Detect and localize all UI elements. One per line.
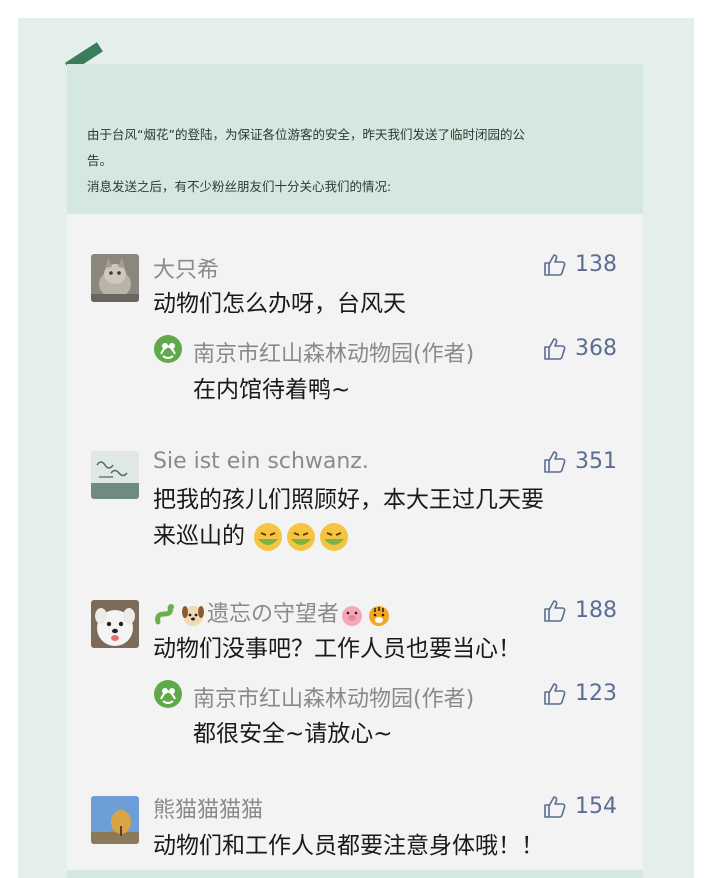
cat-avatar-icon bbox=[91, 254, 139, 302]
thumbs-up-icon bbox=[544, 795, 566, 818]
like-button[interactable]: 351 bbox=[543, 449, 617, 474]
like-count: 351 bbox=[575, 449, 617, 474]
comment-text-line: 把我的孩儿们照顾好，本大王过几天要 bbox=[153, 487, 544, 513]
comment-author: 大只希 bbox=[153, 258, 220, 283]
comment-text: 动物们和工作人员都要注意身体哦！！ bbox=[153, 833, 544, 859]
thumbs-up-icon bbox=[544, 599, 566, 622]
comment-text-line: 来巡山的 bbox=[153, 523, 245, 549]
tiger-emoji-icon bbox=[369, 606, 390, 626]
article-container: 由于台风“烟花”的登陆，为保证各位游客的安全，昨天我们发送了临时闭园的公 告。 … bbox=[18, 18, 694, 878]
comment-author: 熊猫猫猫猫 bbox=[153, 798, 264, 823]
avatar[interactable] bbox=[91, 451, 139, 499]
like-button[interactable]: 154 bbox=[543, 794, 617, 819]
reply-like-button[interactable]: 368 bbox=[543, 336, 617, 361]
comment-author-row: 遗忘の守望者 bbox=[153, 596, 393, 628]
like-button[interactable]: 188 bbox=[543, 598, 617, 623]
snake-emoji-icon bbox=[155, 604, 174, 625]
notice-line: 告。 bbox=[87, 153, 113, 168]
comment-text: 动物们怎么办呀，台风天 bbox=[153, 291, 406, 317]
zoo-logo-icon bbox=[154, 680, 182, 708]
comment-text-line-2: 来巡山的 bbox=[153, 518, 623, 554]
like-count: 188 bbox=[575, 598, 617, 623]
notice-line: 由于台风“烟花”的登陆，为保证各位游客的安全，昨天我们发送了临时闭园的公 bbox=[87, 127, 525, 142]
like-count: 154 bbox=[575, 794, 617, 819]
avatar[interactable] bbox=[91, 796, 139, 844]
notice-box: 由于台风“烟花”的登陆，为保证各位游客的安全，昨天我们发送了临时闭园的公 告。 … bbox=[67, 64, 643, 214]
comments-section: 大只希 138 动物们怎么办呀，台风天 南京市红山森林动物园(作者) 368 在… bbox=[67, 214, 643, 870]
like-count: 123 bbox=[575, 681, 617, 706]
comment-text: 动物们没事吧？工作人员也要当心！ bbox=[153, 636, 521, 662]
like-count: 138 bbox=[575, 252, 617, 277]
like-button[interactable]: 138 bbox=[543, 252, 617, 277]
thumbs-up-icon bbox=[544, 253, 566, 276]
zoo-logo-icon bbox=[154, 335, 182, 363]
reply-text: 都很安全~请放心~ bbox=[193, 721, 393, 747]
reply-author: 南京市红山森林动物园(作者) bbox=[193, 342, 475, 367]
like-count: 368 bbox=[575, 336, 617, 361]
pig-emoji-icon bbox=[342, 606, 363, 626]
notice-text: 由于台风“烟花”的登陆，为保证各位游客的安全，昨天我们发送了临时闭园的公 告。 … bbox=[87, 122, 627, 200]
tree-sky-avatar-icon bbox=[91, 796, 139, 844]
thumbs-up-icon bbox=[544, 450, 566, 473]
dog-avatar-icon bbox=[91, 600, 139, 648]
thumbs-up-icon bbox=[544, 682, 566, 705]
sick-face-emoji-icon bbox=[254, 522, 283, 551]
comment-author: 遗忘の守望者 bbox=[207, 602, 340, 627]
bottom-divider bbox=[67, 870, 643, 878]
reply-author: 南京市红山森林动物园(作者) bbox=[193, 687, 475, 712]
thumbs-up-icon bbox=[544, 337, 566, 360]
comment-text: 把我的孩儿们照顾好，本大王过几天要 来巡山的 bbox=[153, 482, 623, 554]
sick-face-emoji-icon bbox=[320, 522, 349, 551]
handwriting-avatar-icon bbox=[91, 451, 139, 499]
dog-emoji-icon bbox=[182, 606, 204, 626]
reply-like-button[interactable]: 123 bbox=[543, 681, 617, 706]
avatar[interactable] bbox=[91, 600, 139, 648]
reply-text: 在内馆待着鸭~ bbox=[193, 377, 351, 403]
sick-face-emoji-icon bbox=[287, 522, 316, 551]
comment-author: Sie ist ein schwanz. bbox=[153, 449, 369, 474]
notice-line: 消息发送之后，有不少粉丝朋友们十分关心我们的情况: bbox=[87, 179, 392, 194]
avatar[interactable] bbox=[91, 254, 139, 302]
